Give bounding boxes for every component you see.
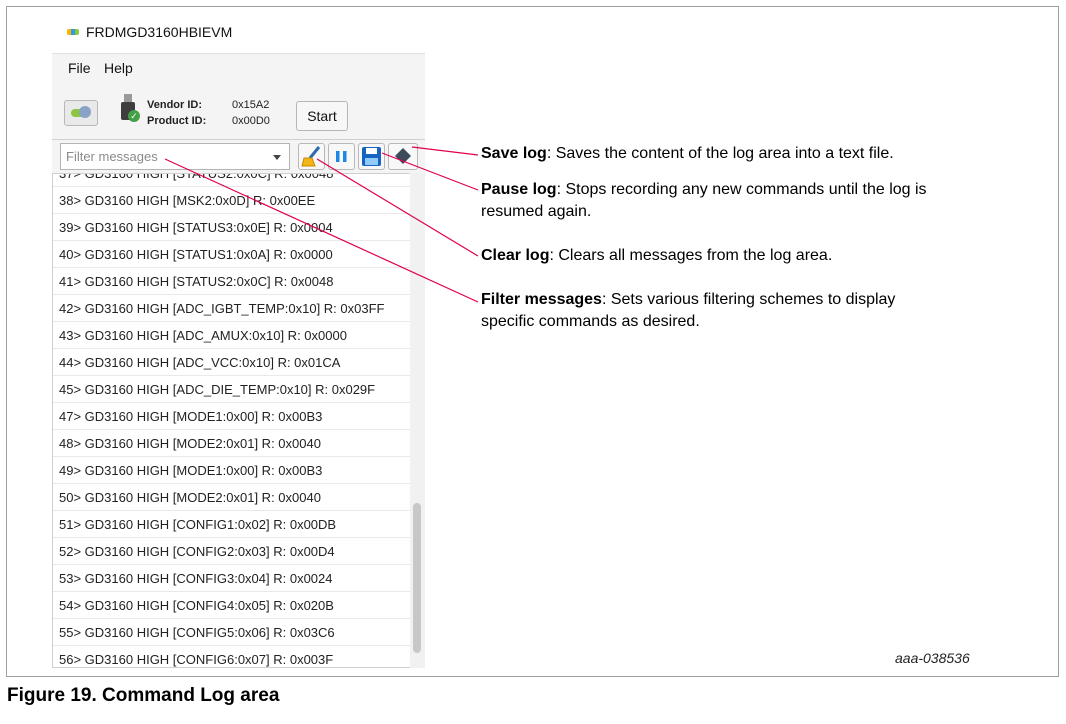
menu-help[interactable]: Help	[104, 60, 133, 76]
pause-log-annotation-line-2: resumed again.	[481, 203, 592, 220]
app-window: FRDMGD3160HBIEVM File Help ✓ Vendor ID: …	[52, 13, 425, 668]
log-row[interactable]: 42> GD3160 HIGH [ADC_IGBT_TEMP:0x10] R: …	[53, 295, 410, 322]
log-row[interactable]: 54> GD3160 HIGH [CONFIG4:0x05] R: 0x020B	[53, 592, 410, 619]
scrollbar-thumb[interactable]	[413, 503, 421, 653]
connection-toolbar: ✓ Vendor ID: 0x15A2 Product ID: 0x00D0 S…	[52, 82, 425, 140]
save-log-annotation-text: : Saves the content of the log area into…	[546, 145, 894, 162]
save-icon	[362, 147, 381, 166]
connection-toggle-icon[interactable]	[64, 100, 98, 126]
log-toolbar	[52, 141, 425, 173]
dropdown-arrow-icon[interactable]	[273, 155, 281, 160]
log-row[interactable]: 41> GD3160 HIGH [STATUS2:0x0C] R: 0x0048	[53, 268, 410, 295]
log-area[interactable]: 37> GD3160 HIGH [STATUS2:0x0C] R: 0x0048…	[52, 173, 411, 668]
save-log-button[interactable]	[358, 143, 385, 170]
more-icon	[395, 148, 411, 164]
clear-log-icon	[301, 146, 321, 167]
app-title: FRDMGD3160HBIEVM	[86, 24, 233, 40]
clear-log-annotation: Clear log: Clears all messages from the …	[481, 247, 832, 265]
log-scrollbar[interactable]	[410, 173, 425, 668]
filter-annotation: Filter messages: Sets various filtering …	[481, 291, 895, 309]
filter-messages-combo[interactable]	[60, 143, 290, 170]
save-log-annotation: Save log: Saves the content of the log a…	[481, 145, 894, 163]
log-row[interactable]: 39> GD3160 HIGH [STATUS3:0x0E] R: 0x0004	[53, 214, 410, 241]
log-row[interactable]: 45> GD3160 HIGH [ADC_DIE_TEMP:0x10] R: 0…	[53, 376, 410, 403]
log-row-partial: 37> GD3160 HIGH [STATUS2:0x0C] R: 0x0048	[53, 174, 410, 187]
filter-messages-input[interactable]	[61, 144, 266, 169]
log-row[interactable]: 43> GD3160 HIGH [ADC_AMUX:0x10] R: 0x000…	[53, 322, 410, 349]
menu-file[interactable]: File	[68, 60, 91, 76]
menu-bar: File Help	[52, 53, 425, 83]
clear-log-annotation-title: Clear log	[481, 247, 550, 264]
filter-annotation-text-1: : Sets various filtering schemes to disp…	[601, 291, 896, 308]
pause-log-annotation-text-1: : Stops recording any new commands until…	[556, 181, 927, 198]
clear-log-button[interactable]	[298, 143, 325, 170]
vendor-id-value: 0x15A2	[232, 99, 270, 111]
figure-id: aaa-038536	[895, 650, 970, 666]
vendor-id-label: Vendor ID:	[147, 99, 203, 111]
log-row[interactable]: 51> GD3160 HIGH [CONFIG1:0x02] R: 0x00DB	[53, 511, 410, 538]
log-row[interactable]: 47> GD3160 HIGH [MODE1:0x00] R: 0x00B3	[53, 403, 410, 430]
log-row[interactable]: 48> GD3160 HIGH [MODE2:0x01] R: 0x0040	[53, 430, 410, 457]
log-row[interactable]: 49> GD3160 HIGH [MODE1:0x00] R: 0x00B3	[53, 457, 410, 484]
log-row[interactable]: 55> GD3160 HIGH [CONFIG5:0x06] R: 0x03C6	[53, 619, 410, 646]
pause-log-annotation-title: Pause log	[481, 181, 557, 198]
pause-log-annotation: Pause log: Stops recording any new comma…	[481, 181, 927, 199]
log-row[interactable]: 52> GD3160 HIGH [CONFIG2:0x03] R: 0x00D4	[53, 538, 410, 565]
save-log-annotation-title: Save log	[481, 145, 547, 162]
start-button[interactable]: Start	[296, 101, 348, 131]
more-button[interactable]	[388, 143, 418, 170]
pause-icon	[336, 151, 347, 162]
log-row[interactable]: 50> GD3160 HIGH [MODE2:0x01] R: 0x0040	[53, 484, 410, 511]
title-bar: FRDMGD3160HBIEVM	[52, 13, 425, 53]
log-row[interactable]: 53> GD3160 HIGH [CONFIG3:0x04] R: 0x0024	[53, 565, 410, 592]
figure-caption: Figure 19. Command Log area	[7, 685, 280, 706]
clear-log-annotation-text: : Clears all messages from the log area.	[549, 247, 833, 264]
log-row[interactable]: 40> GD3160 HIGH [STATUS1:0x0A] R: 0x0000	[53, 241, 410, 268]
log-row[interactable]: 44> GD3160 HIGH [ADC_VCC:0x10] R: 0x01CA	[53, 349, 410, 376]
log-row[interactable]: 38> GD3160 HIGH [MSK2:0x0D] R: 0x00EE	[53, 187, 410, 214]
filter-annotation-title: Filter messages	[481, 291, 602, 308]
filter-annotation-line-2: specific commands as desired.	[481, 313, 700, 330]
connected-check-icon: ✓	[128, 110, 140, 122]
product-id-value: 0x00D0	[232, 115, 270, 127]
pause-log-button[interactable]	[328, 143, 355, 170]
log-row[interactable]: 56> GD3160 HIGH [CONFIG6:0x07] R: 0x003F	[53, 646, 410, 667]
nxp-logo-icon	[67, 29, 79, 35]
product-id-label: Product ID:	[147, 115, 207, 127]
